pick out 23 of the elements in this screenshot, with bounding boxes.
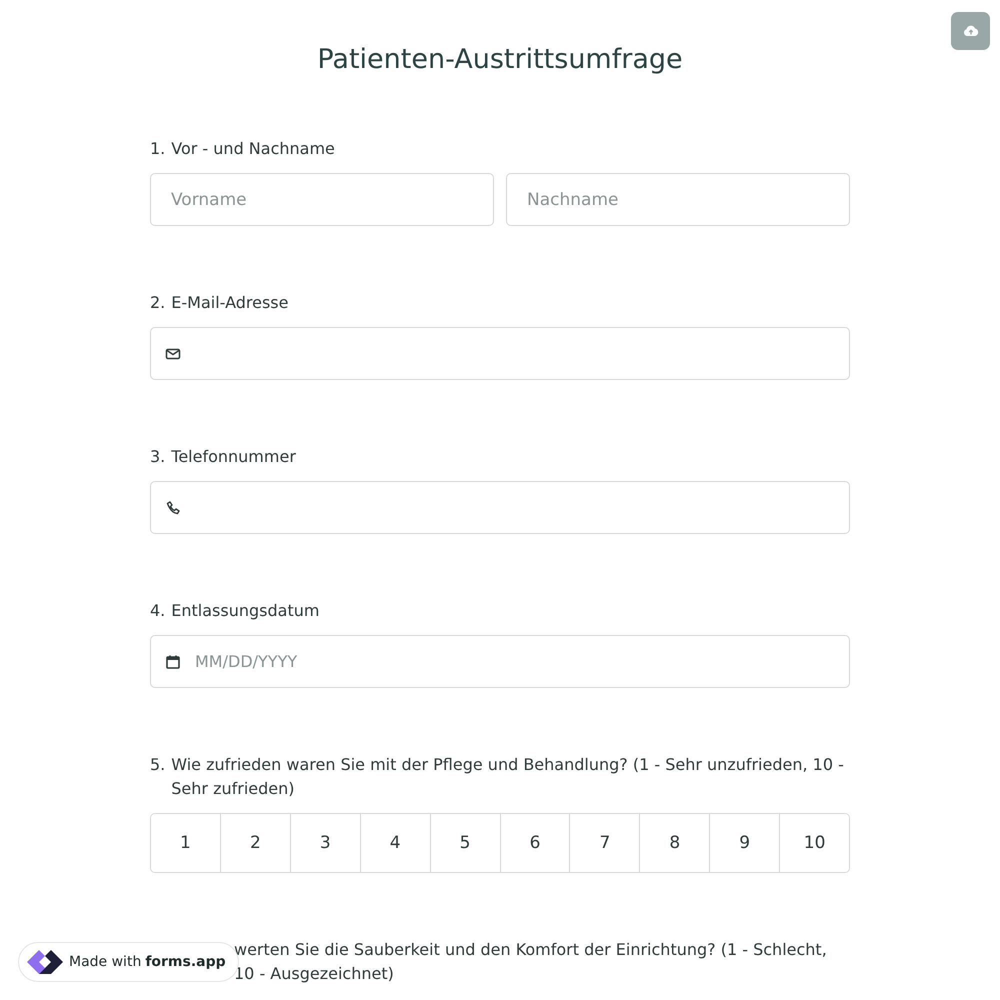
envelope-icon [165, 346, 181, 360]
question-label: Telefonnummer [171, 446, 296, 468]
question-number: 4. [150, 600, 166, 622]
question-label: Vor - und Nachname [171, 138, 335, 160]
rating-option[interactable]: 1 [151, 814, 221, 872]
calendar-icon [165, 654, 181, 670]
question-number: 2. [150, 292, 166, 314]
question-label: E-Mail-Adresse [171, 292, 288, 314]
question-number: 3. [150, 446, 166, 468]
text-field[interactable]: Nachname [506, 173, 850, 226]
phone-field[interactable] [150, 481, 850, 534]
cloud-upload-icon [962, 25, 978, 37]
badge-text: Made with [69, 954, 142, 970]
question-label: Entlassungsdatum [171, 600, 320, 622]
form-title: Patienten-Austrittsumfrage [317, 43, 683, 77]
question-label: Wie zufrieden waren Sie mit der Pflege und Behandlung? (1 - Sehr unzufrieden, 10 - Sehr zufrieden) [171, 754, 845, 800]
upload-button[interactable] [951, 12, 990, 50]
badge-brand: forms.app [145, 954, 226, 970]
text-field[interactable]: Vorname [150, 173, 494, 226]
phone-icon [165, 500, 181, 516]
email-field[interactable] [150, 327, 850, 380]
question-number: 1. [150, 138, 166, 160]
question-number: 5. [150, 754, 166, 776]
